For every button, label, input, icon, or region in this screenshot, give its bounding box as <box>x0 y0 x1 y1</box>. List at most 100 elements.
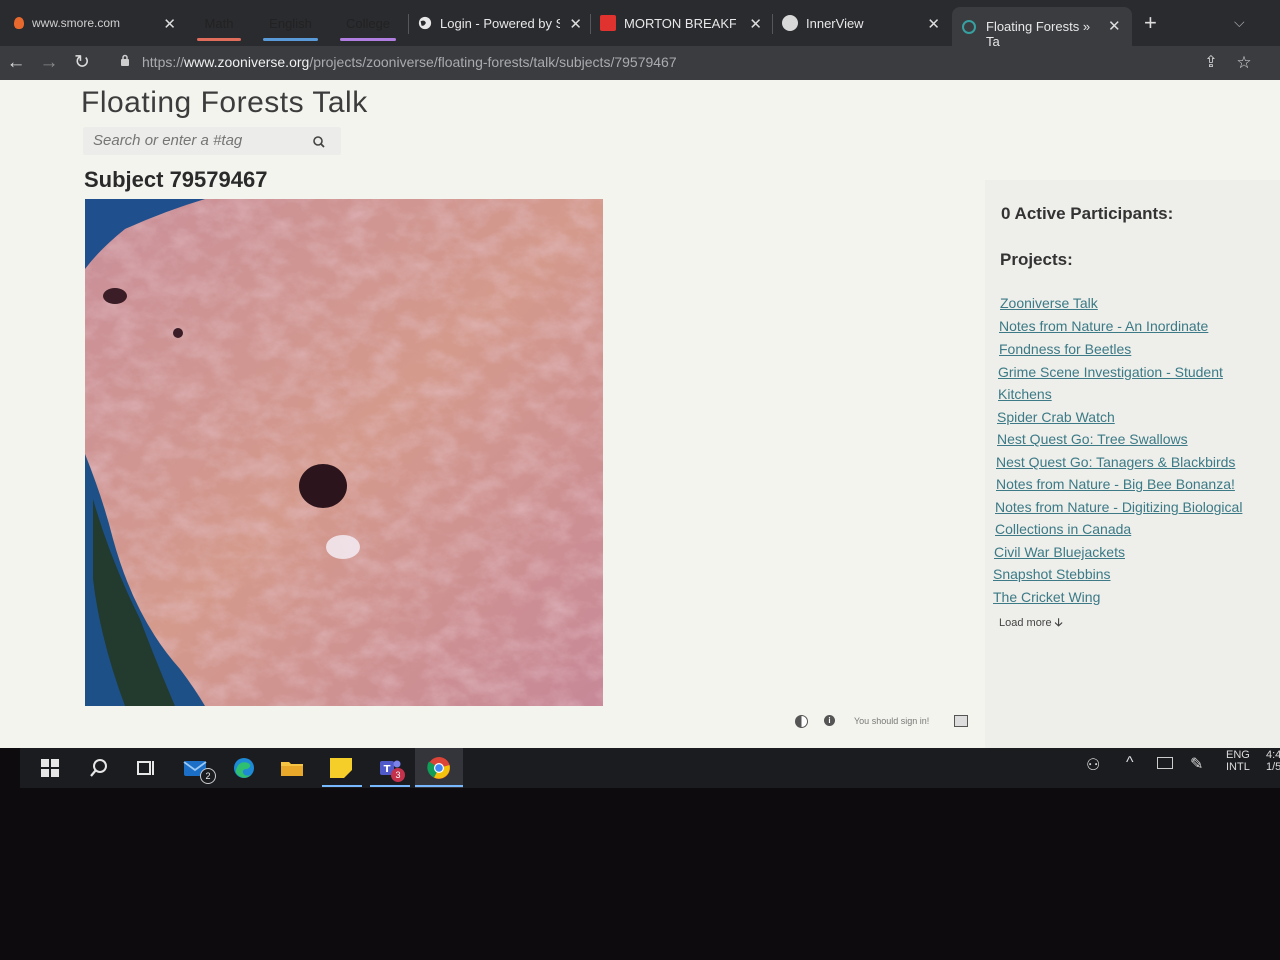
language-indicator[interactable]: ENG INTL <box>1226 749 1250 773</box>
project-link[interactable]: Civil War Bluejackets <box>994 544 1125 560</box>
tab-smore[interactable]: www.smore.com ✕ <box>14 6 184 40</box>
talk-sidebar: 0 Active Participants: Projects: Zoonive… <box>985 180 1280 748</box>
project-link-text: Notes from Nature - Big Bee Bonanza! <box>996 476 1235 492</box>
project-link-text: Kitchens <box>998 386 1052 402</box>
search-box[interactable] <box>83 127 341 155</box>
info-icon[interactable]: i <box>824 715 835 726</box>
tab-group-label: English <box>269 15 312 31</box>
url-path: /projects/zooniverse/floating-forests/ta… <box>309 54 677 70</box>
project-link-text: Nest Quest Go: Tanagers & Blackbirds <box>996 454 1236 470</box>
invert-icon[interactable] <box>795 715 808 728</box>
back-icon[interactable]: ← <box>4 51 28 75</box>
chrome-icon[interactable] <box>426 756 452 780</box>
running-indicator <box>415 785 463 787</box>
project-link[interactable]: Snapshot Stebbins <box>993 566 1111 582</box>
close-tab-icon[interactable]: ✕ <box>927 15 940 33</box>
image-icon[interactable] <box>954 715 968 727</box>
load-more-button[interactable]: Load more 🡣 <box>999 614 1063 633</box>
project-link-text: Snapshot Stebbins <box>993 566 1111 582</box>
project-link-text: Notes from Nature - An Inordinate <box>999 318 1209 334</box>
pdf-icon <box>600 15 616 31</box>
windows-start-icon[interactable] <box>38 756 64 780</box>
arrow-down-icon: 🡣 <box>1054 617 1063 629</box>
edge-icon[interactable] <box>231 756 257 780</box>
tab-floating-forests[interactable]: Floating Forests » Ta ✕ <box>952 7 1132 49</box>
project-link[interactable]: Spider Crab Watch <box>997 409 1115 425</box>
url-host: www.zooniverse.org <box>184 54 310 70</box>
sign-in-notice: You should sign in! <box>854 716 930 726</box>
running-indicator <box>370 785 410 787</box>
forward-icon[interactable]: → <box>37 51 61 75</box>
tab-group-indicator <box>340 38 396 41</box>
reload-icon[interactable]: ↻ <box>70 51 94 75</box>
project-link[interactable]: Grime Scene Investigation - Student <box>998 364 1223 380</box>
project-link-text: Nest Quest Go: Tree Swallows <box>997 431 1188 447</box>
keyboard-layout-line: INTL <box>1226 761 1250 773</box>
project-link[interactable]: Zooniverse Talk <box>1000 295 1098 311</box>
running-indicator <box>322 785 362 787</box>
sticky-notes-icon[interactable] <box>328 756 354 780</box>
load-more-label: Load more <box>999 617 1052 629</box>
tab-divider <box>408 14 409 34</box>
search-icon[interactable] <box>86 756 112 780</box>
clock[interactable]: 4:4 1/5 <box>1266 749 1280 773</box>
language-line: ENG <box>1226 749 1250 761</box>
project-link-text: Spider Crab Watch <box>997 409 1115 425</box>
innerview-icon <box>782 15 798 31</box>
tab-group-label: Math <box>204 15 234 31</box>
project-link-text: The Cricket Wing <box>993 589 1101 605</box>
tab-title: MORTON BREAKFAS <box>624 15 736 31</box>
bright-patch <box>326 535 360 559</box>
tab-title: Login - Powered by S <box>440 15 560 31</box>
address-bar[interactable]: https://www.zooniverse.org/projects/zoon… <box>142 54 677 70</box>
tab-group-college[interactable]: College <box>340 11 396 35</box>
bookmark-star-icon[interactable]: ☆ <box>1232 51 1256 75</box>
dark-patch <box>173 328 183 338</box>
projects-heading: Projects: <box>1000 250 1073 269</box>
tab-group-english[interactable]: English <box>263 11 318 35</box>
task-view-icon[interactable] <box>133 756 159 780</box>
page-title: Floating Forests Talk <box>81 86 368 119</box>
project-link[interactable]: Notes from Nature - An Inordinate <box>999 318 1208 334</box>
close-tab-icon[interactable]: ✕ <box>569 15 582 33</box>
close-tab-icon[interactable]: ✕ <box>749 15 762 33</box>
project-link[interactable]: Nest Quest Go: Tree Swallows <box>997 431 1188 447</box>
tab-group-label: College <box>345 15 391 31</box>
project-link[interactable]: Notes from Nature - Big Bee Bonanza! <box>996 476 1235 492</box>
dark-patch <box>103 288 127 304</box>
project-link[interactable]: The Cricket Wing <box>993 589 1100 605</box>
people-icon[interactable]: ⚇ <box>1086 755 1100 775</box>
tab-login[interactable]: Login - Powered by S ✕ <box>418 6 584 40</box>
pen-icon[interactable]: ✎ <box>1190 754 1203 774</box>
tab-divider <box>590 14 591 34</box>
search-input[interactable] <box>91 131 295 150</box>
project-link[interactable]: Notes from Nature - Digitizing Biologica… <box>995 499 1242 515</box>
tab-divider <box>772 14 773 34</box>
project-link-continued[interactable]: Kitchens <box>998 386 1052 402</box>
project-link-text: Civil War Bluejackets <box>994 544 1125 560</box>
tab-innerview[interactable]: InnerView ✕ <box>782 6 944 40</box>
network-icon[interactable] <box>1157 757 1173 769</box>
tab-title: InnerView <box>806 15 864 31</box>
close-tab-icon[interactable]: ✕ <box>1108 17 1121 35</box>
share-icon[interactable]: ⇪ <box>1199 51 1223 75</box>
tab-group-math[interactable]: Math <box>197 11 241 35</box>
chevron-up-icon[interactable]: ^ <box>1126 754 1134 772</box>
project-link-text: Grime Scene Investigation - Student <box>998 364 1223 380</box>
subject-image[interactable] <box>85 199 603 706</box>
project-link-text: Fondness for Beetles <box>999 341 1132 357</box>
windows-taskbar: 2 T 3 ⚇ ^ ✎ ENG INTL 4:4 1/5 <box>20 748 1280 788</box>
search-icon[interactable] <box>308 131 330 153</box>
page-content: Floating Forests Talk Subject 79579467 <box>0 80 1280 748</box>
tab-search-icon[interactable]: ⌵ <box>1234 14 1245 31</box>
file-explorer-icon[interactable] <box>279 756 305 780</box>
browser-tab-strip: www.smore.com ✕ Math English College Log… <box>0 0 1280 49</box>
tab-pdf[interactable]: MORTON BREAKFAS ✕ <box>600 6 766 40</box>
new-tab-button[interactable]: + <box>1144 10 1157 36</box>
project-link-continued[interactable]: Collections in Canada <box>995 521 1131 537</box>
close-tab-icon[interactable]: ✕ <box>163 15 176 33</box>
url-scheme: https:// <box>142 54 185 70</box>
project-link-continued[interactable]: Fondness for Beetles <box>999 341 1131 357</box>
project-link[interactable]: Nest Quest Go: Tanagers & Blackbirds <box>996 454 1235 470</box>
zooniverse-icon <box>962 20 976 34</box>
